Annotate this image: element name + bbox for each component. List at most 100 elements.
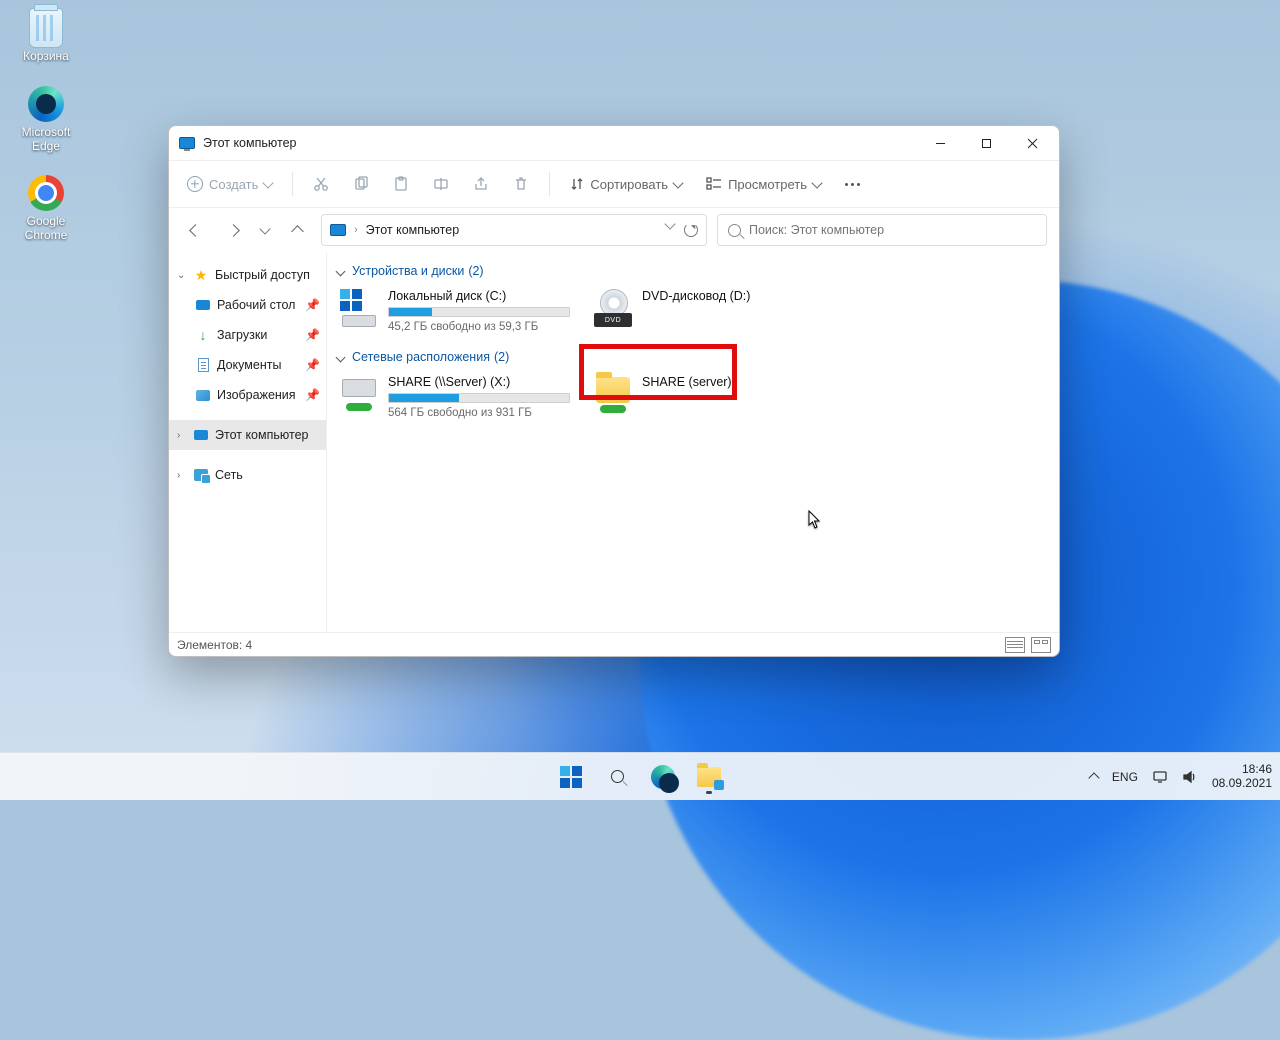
chrome-label: Google Chrome <box>25 215 68 243</box>
view-button[interactable]: Просмотреть <box>696 167 831 201</box>
refresh-icon[interactable] <box>684 223 698 237</box>
chevron-down-icon <box>336 352 346 362</box>
search-input[interactable] <box>749 223 1036 237</box>
toolbar: Создать Сортировать Просмотреть <box>169 160 1059 208</box>
new-label: Создать <box>209 177 258 192</box>
new-button[interactable]: Создать <box>177 167 282 201</box>
sidebar-downloads[interactable]: ↓ Загрузки 📌 <box>169 320 326 350</box>
sidebar-this-pc[interactable]: › Этот компьютер <box>169 420 326 450</box>
thispc-label: Этот компьютер <box>215 428 308 442</box>
chevron-right-icon: › <box>177 430 187 441</box>
copy-button[interactable] <box>343 167 379 201</box>
forward-button[interactable] <box>219 216 247 244</box>
search-box[interactable] <box>717 214 1047 246</box>
titlebar[interactable]: Этот компьютер <box>169 126 1059 160</box>
separator <box>549 172 550 196</box>
close-button[interactable] <box>1009 127 1055 159</box>
item-name: SHARE (\\Server) (X:) <box>388 375 570 389</box>
item-sub: 45,2 ГБ свободно из 59,3 ГБ <box>388 321 570 333</box>
group-network-title: Сетевые расположения <box>352 350 490 364</box>
pin-icon: 📌 <box>305 358 320 372</box>
item-dvd-drive-d[interactable]: DVD DVD-дисковод (D:) <box>591 286 827 336</box>
language-indicator[interactable]: ENG <box>1112 770 1138 784</box>
edge-icon <box>28 86 64 122</box>
maximize-button[interactable] <box>963 127 1009 159</box>
recycle-bin[interactable]: Корзина <box>8 8 84 64</box>
item-name: SHARE (server) <box>642 375 824 389</box>
sidebar-pictures[interactable]: Изображения 📌 <box>169 380 326 410</box>
group-network-count: (2) <box>494 350 509 364</box>
explorer-body: ⌄ ★ Быстрый доступ Рабочий стол 📌 ↓ Загр… <box>169 252 1059 632</box>
group-devices[interactable]: Устройства и диски (2) <box>337 264 1049 278</box>
back-button[interactable] <box>181 216 209 244</box>
volume-icon[interactable] <box>1182 770 1198 784</box>
sidebar-network[interactable]: › Сеть <box>169 460 326 490</box>
edge-shortcut[interactable]: Microsoft Edge <box>8 84 84 154</box>
taskbar: ENG 18:46 08.09.2021 <box>0 752 1280 800</box>
desktop-label: Рабочий стол <box>217 298 295 312</box>
group-devices-title: Устройства и диски <box>352 264 464 278</box>
taskbar-edge[interactable] <box>643 757 683 797</box>
quick-label: Быстрый доступ <box>215 268 310 282</box>
usage-bar <box>388 307 570 317</box>
delete-button[interactable] <box>503 167 539 201</box>
item-local-disk-c[interactable]: Локальный диск (C:) 45,2 ГБ свободно из … <box>337 286 573 336</box>
sidebar-desktop[interactable]: Рабочий стол 📌 <box>169 290 326 320</box>
pin-icon: 📌 <box>305 388 320 402</box>
edge-label: Microsoft Edge <box>22 126 71 154</box>
chevron-down-icon <box>672 177 683 188</box>
pc-icon <box>330 224 346 236</box>
item-share-server[interactable]: SHARE (server) <box>591 372 827 422</box>
chevron-down-icon: ⌄ <box>177 270 187 281</box>
recent-button[interactable] <box>257 216 273 244</box>
status-bar: Элементов: 4 <box>169 632 1059 656</box>
sort-button[interactable]: Сортировать <box>560 167 692 201</box>
address-bar[interactable]: › Этот компьютер <box>321 214 707 246</box>
downloads-label: Загрузки <box>217 328 267 342</box>
share-button[interactable] <box>463 167 499 201</box>
item-share-x[interactable]: SHARE (\\Server) (X:) 564 ГБ свободно из… <box>337 372 573 422</box>
item-sub: 564 ГБ свободно из 931 ГБ <box>388 407 570 419</box>
content-pane[interactable]: Устройства и диски (2) Локальный диск (C… <box>327 252 1059 632</box>
date: 08.09.2021 <box>1212 777 1272 791</box>
sidebar-documents[interactable]: Документы 📌 <box>169 350 326 380</box>
chrome-shortcut[interactable]: Google Chrome <box>8 173 84 243</box>
status-text: Элементов: 4 <box>177 638 252 652</box>
details-view-button[interactable] <box>1005 637 1025 653</box>
chevron-right-icon: › <box>354 224 358 236</box>
rename-button[interactable] <box>423 167 459 201</box>
separator <box>292 172 293 196</box>
desktop-icons: Корзина Microsoft Edge Google Chrome <box>8 8 84 243</box>
up-button[interactable] <box>283 216 311 244</box>
item-name: DVD-дисковод (D:) <box>642 289 824 303</box>
network-drive-icon <box>340 375 378 413</box>
cut-button[interactable] <box>303 167 339 201</box>
tiles-view-button[interactable] <box>1031 637 1051 653</box>
network-label: Сеть <box>215 468 243 482</box>
paste-button[interactable] <box>383 167 419 201</box>
pictures-label: Изображения <box>217 388 296 402</box>
taskbar-search[interactable] <box>597 757 637 797</box>
sidebar: ⌄ ★ Быстрый доступ Рабочий стол 📌 ↓ Загр… <box>169 252 327 632</box>
start-button[interactable] <box>551 757 591 797</box>
pin-icon: 📌 <box>305 328 320 342</box>
pc-icon <box>194 430 208 440</box>
more-button[interactable] <box>835 167 870 201</box>
desktop-icon <box>196 300 210 310</box>
window-title: Этот компьютер <box>203 136 296 150</box>
taskbar-explorer[interactable] <box>689 757 729 797</box>
dvd-icon: DVD <box>594 289 632 327</box>
sidebar-quick-access[interactable]: ⌄ ★ Быстрый доступ <box>169 260 326 290</box>
explorer-window: Этот компьютер Создать Сортировать Просм… <box>168 125 1060 657</box>
network-icon[interactable] <box>1152 770 1168 784</box>
windows-icon <box>560 766 582 788</box>
tray-overflow-button[interactable] <box>1088 772 1099 783</box>
pc-icon <box>179 137 195 149</box>
minimize-button[interactable] <box>917 127 963 159</box>
group-network[interactable]: Сетевые расположения (2) <box>337 350 1049 364</box>
network-icon <box>194 469 208 481</box>
chevron-right-icon: › <box>177 470 187 481</box>
clock[interactable]: 18:46 08.09.2021 <box>1212 763 1272 791</box>
chevron-down-icon[interactable] <box>664 218 675 229</box>
item-name: Локальный диск (C:) <box>388 289 570 303</box>
